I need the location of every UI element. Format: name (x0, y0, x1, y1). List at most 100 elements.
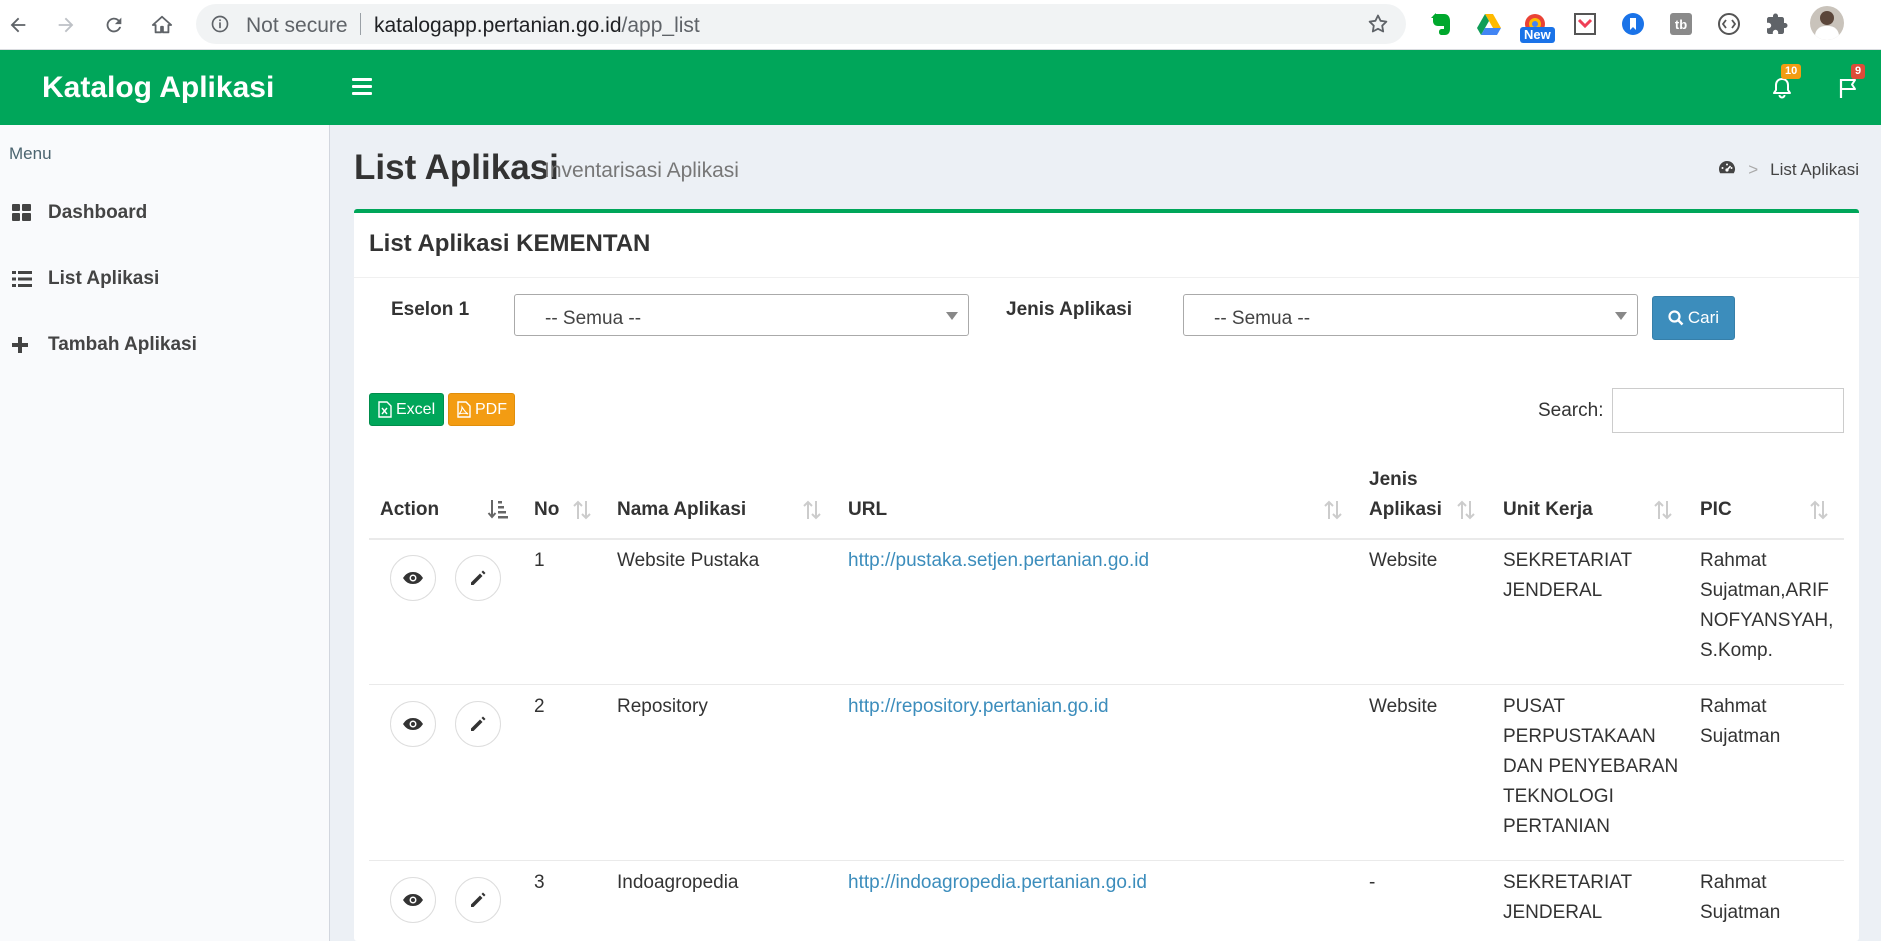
flags-badge: 9 (1851, 64, 1866, 79)
url-text[interactable]: katalogapp.pertanian.go.id/app_list (374, 14, 700, 38)
sidebar-toggle-icon[interactable] (352, 78, 372, 96)
home-icon[interactable] (146, 9, 178, 41)
box-title: List Aplikasi KEMENTAN (369, 230, 651, 257)
cell-nama-aplikasi: Repository (617, 696, 708, 717)
view-button[interactable] (390, 701, 436, 747)
sidebar-item-dashboard[interactable]: Dashboard (0, 188, 329, 238)
url-path: /app_list (621, 14, 700, 37)
sort-both-icon[interactable] (571, 499, 593, 521)
column-header-pic[interactable]: PIC (1700, 499, 1732, 521)
sort-both-icon[interactable] (1455, 499, 1477, 521)
info-icon[interactable] (210, 14, 230, 39)
bookmark-star-icon[interactable] (1366, 12, 1390, 41)
breadcrumb: > List Aplikasi (1718, 159, 1859, 180)
extensions-puzzle-icon[interactable] (1762, 9, 1792, 39)
dashboard-gauge-icon[interactable] (1718, 159, 1736, 180)
cell-line: TEKNOLOGI (1503, 786, 1614, 807)
tb-extension-icon[interactable]: tb (1666, 9, 1696, 39)
pencil-icon (471, 716, 486, 731)
eye-icon (403, 894, 423, 906)
breadcrumb-current: List Aplikasi (1770, 159, 1859, 179)
cell-line: PERPUSTAKAAN (1503, 726, 1656, 747)
omnibox-divider (360, 13, 361, 35)
cell-line: Rahmat (1700, 696, 1767, 717)
cell-line: Rahmat (1700, 550, 1767, 571)
url-link[interactable]: http://pustaka.setjen.pertanian.go.id (848, 550, 1149, 571)
eselon-label: Eselon 1 (391, 299, 470, 320)
eye-icon (403, 572, 423, 584)
file-excel-icon (378, 401, 392, 418)
cell-jenis: Website (1369, 550, 1438, 571)
export-excel-button[interactable]: Excel (369, 393, 444, 426)
jenis-aplikasi-label: Jenis Aplikasi (1006, 299, 1133, 320)
file-pdf-icon (457, 401, 471, 418)
cell-line: S.Komp. (1700, 640, 1773, 661)
app-logo[interactable]: Katalog Aplikasi (0, 50, 330, 125)
page-subtitle: Inventarisasi Aplikasi (544, 159, 739, 182)
column-header-action[interactable]: Action (380, 499, 439, 521)
address-bar[interactable]: Not secure katalogapp.pertanian.go.id/ap… (196, 4, 1406, 44)
url-host: katalogapp.pertanian.go.id (374, 14, 622, 37)
column-header-jenis-line1[interactable]: Jenis (1369, 469, 1418, 491)
reload-icon[interactable] (98, 9, 130, 41)
cell-unit-kerja: PUSAT PERPUSTAKAAN DAN PENYEBARAN TEKNOL… (1503, 692, 1678, 842)
sort-both-icon[interactable] (1808, 499, 1830, 521)
sidebar-item-tambah-aplikasi[interactable]: Tambah Aplikasi (0, 320, 329, 370)
cell-no: 3 (534, 872, 545, 893)
chevron-down-icon (1615, 312, 1627, 320)
google-drive-icon[interactable] (1474, 9, 1504, 39)
url-link[interactable]: http://indoagropedia.pertanian.go.id (848, 872, 1147, 893)
cell-line: JENDERAL (1503, 580, 1603, 601)
column-header-nama-aplikasi[interactable]: Nama Aplikasi (617, 499, 746, 521)
cell-pic: Rahmat Sujatman (1700, 692, 1780, 752)
forward-icon[interactable] (50, 9, 82, 41)
pencil-icon (471, 892, 486, 907)
row-divider (369, 684, 1844, 685)
cell-url: http://repository.pertanian.go.id (848, 692, 1109, 722)
cell-line: DAN PENYEBARAN (1503, 756, 1679, 777)
search-button[interactable]: Cari (1652, 296, 1735, 340)
jenis-select-value: -- Semua -- (1214, 308, 1311, 329)
sidebar-item-list-aplikasi[interactable]: List Aplikasi (0, 254, 329, 304)
column-header-url[interactable]: URL (848, 499, 887, 521)
sort-both-icon[interactable] (1652, 499, 1674, 521)
view-button[interactable] (390, 555, 436, 601)
sort-both-icon[interactable] (1322, 499, 1344, 521)
export-pdf-button[interactable]: PDF (448, 393, 515, 426)
back-icon[interactable] (2, 9, 34, 41)
jenis-aplikasi-select[interactable]: -- Semua -- (1183, 294, 1638, 336)
table-search-input[interactable] (1612, 388, 1844, 433)
plus-icon (12, 335, 36, 355)
eselon-select[interactable]: -- Semua -- (514, 294, 969, 336)
cell-no: 2 (534, 696, 545, 717)
edit-button[interactable] (455, 877, 501, 923)
sidebar: Menu Dashboard List Aplikasi Tambah Apli… (0, 125, 330, 941)
cell-line: SEKRETARIAT (1503, 872, 1633, 893)
sort-asc-icon[interactable] (487, 498, 509, 520)
cell-pic: Rahmat Sujatman,ARIF NOFYANSYAH, S.Komp. (1700, 546, 1833, 666)
bookmark-extension-icon[interactable] (1618, 9, 1648, 39)
eye-icon (403, 718, 423, 730)
cell-line: Sujatman (1700, 902, 1781, 923)
search-icon (1668, 310, 1684, 326)
profile-avatar[interactable] (1810, 6, 1844, 40)
pocket-icon[interactable] (1570, 9, 1600, 39)
sort-both-icon[interactable] (801, 499, 823, 521)
cell-jenis: Website (1369, 696, 1438, 717)
cell-unit-kerja: SEKRETARIAT JENDERAL (1503, 546, 1632, 606)
table-header-divider (369, 538, 1844, 540)
chevron-down-icon (946, 312, 958, 320)
column-header-jenis-line2[interactable]: Aplikasi (1369, 499, 1442, 521)
cell-line: PERTANIAN (1503, 816, 1610, 837)
sidebar-item-label: Tambah Aplikasi (48, 334, 197, 355)
export-pdf-label: PDF (475, 400, 507, 418)
edit-button[interactable] (455, 701, 501, 747)
column-header-unit-kerja[interactable]: Unit Kerja (1503, 499, 1593, 521)
extension-new-badge: New (1520, 27, 1555, 43)
evernote-icon[interactable] (1426, 9, 1456, 39)
url-link[interactable]: http://repository.pertanian.go.id (848, 696, 1109, 717)
view-button[interactable] (390, 877, 436, 923)
column-header-no[interactable]: No (534, 499, 559, 521)
edit-button[interactable] (455, 555, 501, 601)
code-extension-icon[interactable] (1714, 9, 1744, 39)
